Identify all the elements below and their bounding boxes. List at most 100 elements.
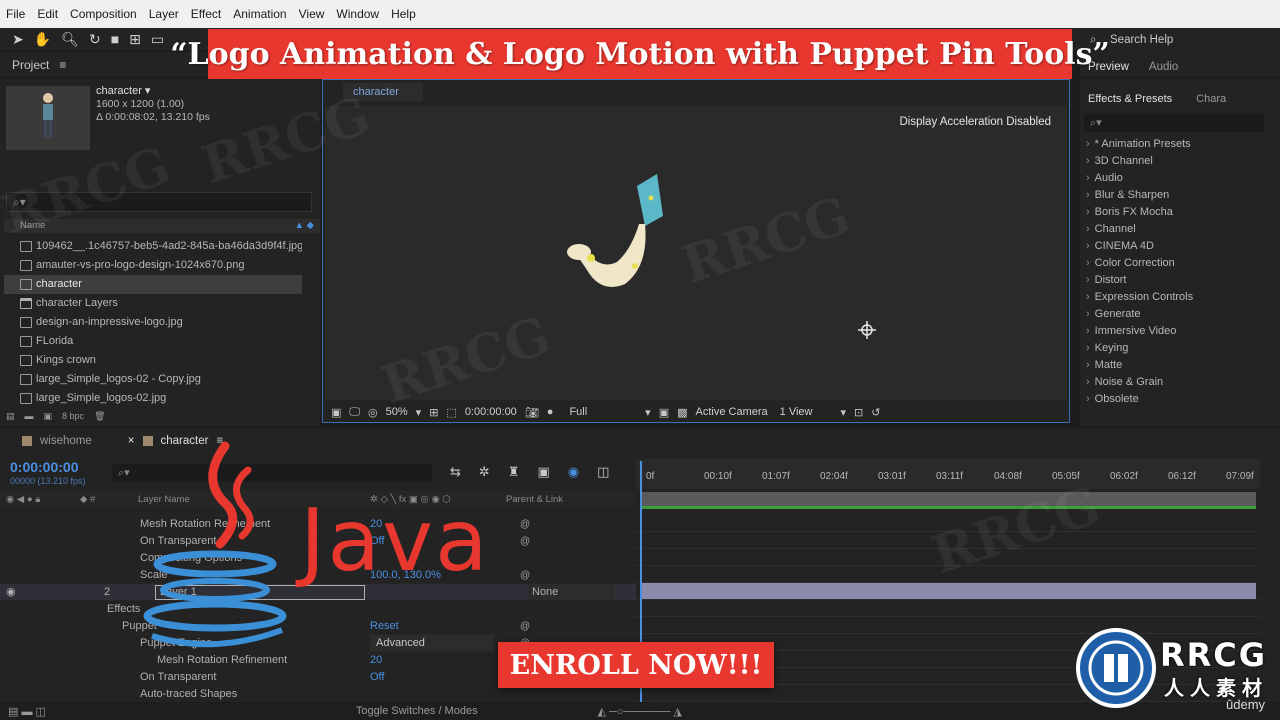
effect-category[interactable]: Distort: [1086, 272, 1127, 289]
effect-category[interactable]: 3D Channel: [1086, 153, 1153, 170]
effect-category[interactable]: Noise & Grain: [1086, 374, 1163, 391]
camera-select[interactable]: Active Camera: [696, 406, 768, 418]
menu-effect[interactable]: Effect: [191, 7, 221, 21]
view-layout-select[interactable]: 1 View: [780, 406, 813, 418]
menu-help[interactable]: Help: [391, 7, 416, 21]
effect-category[interactable]: Immersive Video: [1086, 323, 1177, 340]
grid-icon[interactable]: ⊞: [429, 406, 438, 419]
motion-blur-icon[interactable]: ◉: [568, 464, 579, 480]
tab-wisehome[interactable]: wisehome: [0, 435, 106, 447]
menu-edit[interactable]: Edit: [37, 7, 58, 21]
project-file-item[interactable]: amauter-vs-pro-logo-design-1024x670.png: [4, 256, 302, 275]
effect-category[interactable]: Generate: [1086, 306, 1141, 323]
property-value[interactable]: 20: [370, 652, 382, 669]
rotate-tool-icon[interactable]: ↻: [89, 31, 101, 48]
roi-icon[interactable]: ▣: [659, 406, 669, 419]
project-file-item[interactable]: large_Simple_logos-02.jpg: [4, 389, 302, 408]
file-list-header[interactable]: Name ▲ ◆: [4, 219, 320, 233]
tab-audio[interactable]: Audio: [1149, 61, 1178, 73]
comp-viewer[interactable]: Display Acceleration Disabled: [325, 106, 1067, 400]
panel-menu-icon[interactable]: ≡: [59, 58, 66, 72]
rectangle-tool-icon[interactable]: ▭: [151, 31, 164, 48]
effect-category[interactable]: Audio: [1086, 170, 1123, 187]
property-value[interactable]: Advanced: [370, 635, 494, 652]
project-file-item[interactable]: design-an-impressive-logo.jpg: [4, 313, 302, 332]
draft-3d-icon[interactable]: ✲: [479, 464, 490, 480]
frame-blending-icon[interactable]: ▣: [537, 464, 549, 480]
project-file-item[interactable]: 109462__.1c46757-beb5-4ad2-845a-ba46da3d…: [4, 237, 302, 256]
render-icon[interactable]: ▤ ▬ ◫: [8, 705, 46, 718]
tab-effects-presets[interactable]: Effects & Presets: [1088, 93, 1172, 105]
trash-icon[interactable]: 🗑︎: [94, 411, 105, 422]
expression-pickwhip-icon[interactable]: @: [520, 516, 530, 533]
composition-mini-flowchart-icon[interactable]: ⇆: [450, 464, 461, 480]
layer-duration-bar[interactable]: [642, 583, 1256, 599]
effect-category[interactable]: Expression Controls: [1086, 289, 1193, 306]
zoom-tool-icon[interactable]: 🔍︎: [61, 31, 79, 48]
project-file-item[interactable]: character Layers: [4, 294, 302, 313]
parent-select[interactable]: None: [528, 584, 614, 601]
camera-tool-icon[interactable]: ■: [111, 31, 119, 47]
toggle-switches-button[interactable]: Toggle Switches / Modes: [356, 705, 478, 717]
property-row[interactable]: Puppet Reset @: [0, 617, 636, 634]
selection-tool-icon[interactable]: ➤: [12, 31, 24, 48]
menu-animation[interactable]: Animation: [233, 7, 286, 21]
menu-file[interactable]: File: [6, 7, 25, 21]
transparency-grid-icon[interactable]: ▩: [677, 406, 687, 419]
tab-character[interactable]: Chara: [1196, 93, 1226, 105]
project-search-input[interactable]: ⌕▾: [6, 192, 312, 212]
zoom-slider[interactable]: ◭ ─○────── ◮: [598, 705, 682, 718]
chevron-down-icon[interactable]: ▾: [145, 85, 151, 97]
new-folder-icon[interactable]: ▬: [25, 411, 34, 421]
effect-category[interactable]: Keying: [1086, 340, 1129, 357]
project-file-item[interactable]: character: [4, 275, 302, 294]
resolution-select[interactable]: Full: [569, 406, 587, 418]
snapshot-icon[interactable]: ▣: [331, 406, 341, 419]
effect-category[interactable]: Channel: [1086, 221, 1136, 238]
timeline-timecode[interactable]: 0:00:00:00: [10, 459, 79, 475]
monitor-icon[interactable]: 🖵︎: [349, 406, 360, 419]
project-file-item[interactable]: FLorida: [4, 332, 302, 351]
depth-label[interactable]: 8 bpc: [62, 411, 84, 421]
comp-tab[interactable]: character: [343, 83, 423, 101]
project-file-item[interactable]: Kings crown: [4, 351, 302, 370]
chevron-down-icon[interactable]: ▾: [840, 406, 846, 419]
anchor-point-icon[interactable]: [858, 321, 876, 339]
menu-layer[interactable]: Layer: [149, 7, 179, 21]
effects-search-input[interactable]: ⌕▾: [1084, 114, 1264, 132]
interpret-footage-icon[interactable]: ▤: [6, 411, 15, 422]
puppet-artwork[interactable]: [565, 166, 695, 296]
menu-composition[interactable]: Composition: [70, 7, 137, 21]
share-view-icon[interactable]: ⊡: [854, 406, 863, 419]
chevron-down-icon[interactable]: ▾: [645, 406, 651, 419]
project-file-item[interactable]: large_Simple_logos-02 - Copy.jpg: [4, 370, 302, 389]
effect-category[interactable]: Color Correction: [1086, 255, 1175, 272]
time-ruler[interactable]: 0f 00:10f 01:07f 02:04f 03:01f 03:11f 04:08f 05…: [636, 459, 1260, 489]
expression-pickwhip-icon[interactable]: @: [520, 618, 530, 635]
reset-exposure-icon[interactable]: ↺: [871, 406, 880, 419]
search-help-input[interactable]: ⌕ Search Help: [1084, 30, 1276, 50]
graph-editor-icon[interactable]: ◫: [597, 464, 609, 480]
property-value[interactable]: Reset: [370, 618, 399, 635]
pan-behind-tool-icon[interactable]: ⊞: [129, 31, 141, 48]
visibility-eye-icon[interactable]: ◉: [6, 584, 16, 601]
effect-category[interactable]: * Animation Presets: [1086, 136, 1191, 153]
menu-window[interactable]: Window: [336, 7, 379, 21]
new-comp-icon[interactable]: ▣: [44, 411, 53, 422]
zoom-select[interactable]: 50%: [386, 406, 408, 418]
effect-category[interactable]: Boris FX Mocha: [1086, 204, 1173, 221]
property-value[interactable]: Off: [370, 669, 384, 686]
column-parent[interactable]: Parent & Link: [506, 491, 563, 508]
region-icon[interactable]: ⬚: [446, 406, 456, 419]
sort-arrow-icon[interactable]: ▲ ◆: [295, 219, 314, 233]
effect-category[interactable]: Matte: [1086, 357, 1123, 374]
expression-pickwhip-icon[interactable]: @: [520, 533, 530, 550]
effect-category[interactable]: CINEMA 4D: [1086, 238, 1154, 255]
enroll-now-banner[interactable]: ENROLL NOW!!!: [498, 642, 774, 688]
shy-icon[interactable]: ♜: [508, 464, 520, 480]
mask-icon[interactable]: ◎: [368, 406, 378, 419]
effect-category[interactable]: Blur & Sharpen: [1086, 187, 1170, 204]
property-row[interactable]: Effects: [0, 600, 636, 617]
hand-tool-icon[interactable]: ✋: [34, 31, 51, 48]
effect-category[interactable]: Obsolete: [1086, 391, 1139, 408]
